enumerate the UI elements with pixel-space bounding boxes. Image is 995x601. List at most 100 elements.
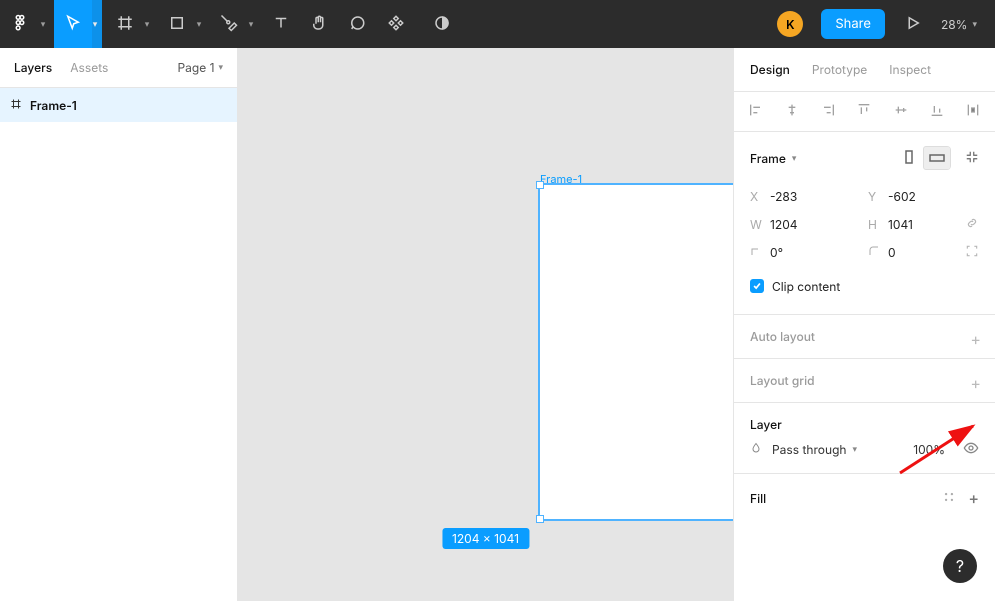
visibility-toggle[interactable] xyxy=(963,440,979,459)
text-icon xyxy=(272,14,290,35)
radius-value[interactable]: 0 xyxy=(888,245,956,260)
layers-panel: Layers Assets Page 1 ▾ Frame-1 xyxy=(0,48,238,601)
alignment-controls xyxy=(734,92,995,132)
layer-section-label: Layer xyxy=(750,417,782,432)
mask-icon xyxy=(433,14,451,35)
h-value[interactable]: 1041 xyxy=(888,217,956,232)
distribute-icon[interactable] xyxy=(965,102,981,121)
x-label: X xyxy=(750,189,770,204)
add-fill-button[interactable]: + xyxy=(968,488,979,508)
pen-tool-chevron[interactable]: ▾ xyxy=(244,19,258,30)
figma-logo-icon xyxy=(11,14,29,35)
move-tool-button[interactable] xyxy=(54,0,92,48)
pen-icon xyxy=(220,14,238,35)
help-button[interactable]: ? xyxy=(943,549,977,583)
resize-handle-bl[interactable] xyxy=(536,515,544,523)
layout-grid-label: Layout grid xyxy=(750,373,815,388)
corner-radius-icon xyxy=(868,245,888,260)
auto-layout-section: Auto layout + xyxy=(734,315,995,359)
shape-tool-chevron[interactable]: ▾ xyxy=(192,19,206,30)
tab-assets[interactable]: Assets xyxy=(70,60,108,75)
clip-content-checkbox[interactable] xyxy=(750,279,764,293)
mask-button[interactable] xyxy=(430,0,454,48)
hand-tool-button[interactable] xyxy=(300,0,338,48)
play-icon xyxy=(904,14,922,35)
fit-icon[interactable] xyxy=(965,150,979,167)
frame-section-label: Frame xyxy=(750,151,786,166)
blend-mode-icon xyxy=(750,442,762,457)
zoom-dropdown[interactable]: 28% ▾ xyxy=(941,17,977,32)
resize-vertical-button[interactable] xyxy=(895,146,923,170)
y-label: Y xyxy=(868,189,888,204)
main-menu-chevron[interactable]: ▾ xyxy=(36,19,50,30)
align-hcenter-icon[interactable] xyxy=(784,102,800,121)
frame-section: Frame ▾ X -283 Y -602 xyxy=(734,132,995,315)
align-top-icon[interactable] xyxy=(856,102,872,121)
page-select[interactable]: Page 1 ▾ xyxy=(177,60,223,75)
rotation-icon xyxy=(750,245,770,260)
components-icon xyxy=(387,14,405,35)
comment-tool-button[interactable] xyxy=(338,0,376,48)
chevron-down-icon: ▾ xyxy=(218,62,223,73)
share-button[interactable]: Share xyxy=(821,9,885,39)
align-bottom-icon[interactable] xyxy=(929,102,945,121)
inspector-panel: Design Prototype Inspect Frame ▾ xyxy=(734,48,995,601)
frame-icon xyxy=(10,98,22,113)
link-dimensions-icon[interactable] xyxy=(965,216,979,233)
layout-grid-section: Layout grid + xyxy=(734,359,995,403)
independent-corners-icon[interactable] xyxy=(965,244,979,261)
tab-design[interactable]: Design xyxy=(750,62,790,77)
frame-tool-button[interactable] xyxy=(106,0,144,48)
pen-tool-button[interactable] xyxy=(210,0,248,48)
align-vcenter-icon[interactable] xyxy=(893,102,909,121)
resize-horizontal-button[interactable] xyxy=(923,146,951,170)
resize-horizontal-icon xyxy=(929,151,945,166)
tab-inspect[interactable]: Inspect xyxy=(889,62,931,77)
frame-icon xyxy=(116,14,134,35)
chevron-down-icon: ▾ xyxy=(249,19,254,30)
h-label: H xyxy=(868,217,888,232)
avatar-initial: K xyxy=(786,17,794,32)
frame-name-label[interactable]: Frame-1 xyxy=(540,172,582,186)
dimensions-pill: 1204 × 1041 xyxy=(442,528,529,549)
rotation-value[interactable]: 0° xyxy=(770,245,838,260)
zoom-value: 28% xyxy=(941,17,968,32)
resize-handle-tl[interactable] xyxy=(536,181,544,189)
avatar[interactable]: K xyxy=(777,11,803,37)
x-value[interactable]: -283 xyxy=(770,189,838,204)
style-picker-icon[interactable] xyxy=(942,490,956,507)
layer-section: Layer Pass through ▾ 100% xyxy=(734,403,995,474)
chevron-down-icon[interactable]: ▾ xyxy=(792,153,797,164)
top-toolbar: ▾ ▾ ▾ ▾ ▾ xyxy=(0,0,995,48)
tab-prototype[interactable]: Prototype xyxy=(812,62,867,77)
resize-vertical-icon xyxy=(903,150,915,167)
present-button[interactable] xyxy=(903,0,923,48)
w-value[interactable]: 1204 xyxy=(770,217,838,232)
comment-icon xyxy=(348,14,366,35)
y-value[interactable]: -602 xyxy=(888,189,956,204)
opacity-value[interactable]: 100% xyxy=(913,442,945,457)
frame-tool-chevron[interactable]: ▾ xyxy=(140,19,154,30)
shape-tool-button[interactable] xyxy=(158,0,196,48)
hand-icon xyxy=(310,14,328,35)
rectangle-icon xyxy=(168,14,186,35)
chevron-down-icon: ▾ xyxy=(93,19,98,30)
tab-layers[interactable]: Layers xyxy=(14,60,52,75)
chevron-down-icon: ▾ xyxy=(41,19,46,30)
fill-label: Fill xyxy=(750,491,766,506)
main-menu-button[interactable] xyxy=(0,0,40,48)
align-left-icon[interactable] xyxy=(748,102,764,121)
align-right-icon[interactable] xyxy=(820,102,836,121)
layer-item[interactable]: Frame-1 xyxy=(0,88,237,122)
selected-frame[interactable] xyxy=(540,185,734,519)
move-tool-chevron[interactable]: ▾ xyxy=(88,0,102,48)
canvas[interactable]: Frame-1 1204 × 1041 xyxy=(238,48,734,601)
add-layout-grid-button[interactable]: + xyxy=(970,373,981,393)
blend-mode-value: Pass through xyxy=(772,442,847,457)
components-button[interactable] xyxy=(384,0,408,48)
add-auto-layout-button[interactable]: + xyxy=(970,329,981,349)
blend-mode-select[interactable]: Pass through ▾ xyxy=(772,442,857,457)
chevron-down-icon: ▾ xyxy=(197,19,202,30)
clip-content-label: Clip content xyxy=(772,279,840,294)
text-tool-button[interactable] xyxy=(262,0,300,48)
